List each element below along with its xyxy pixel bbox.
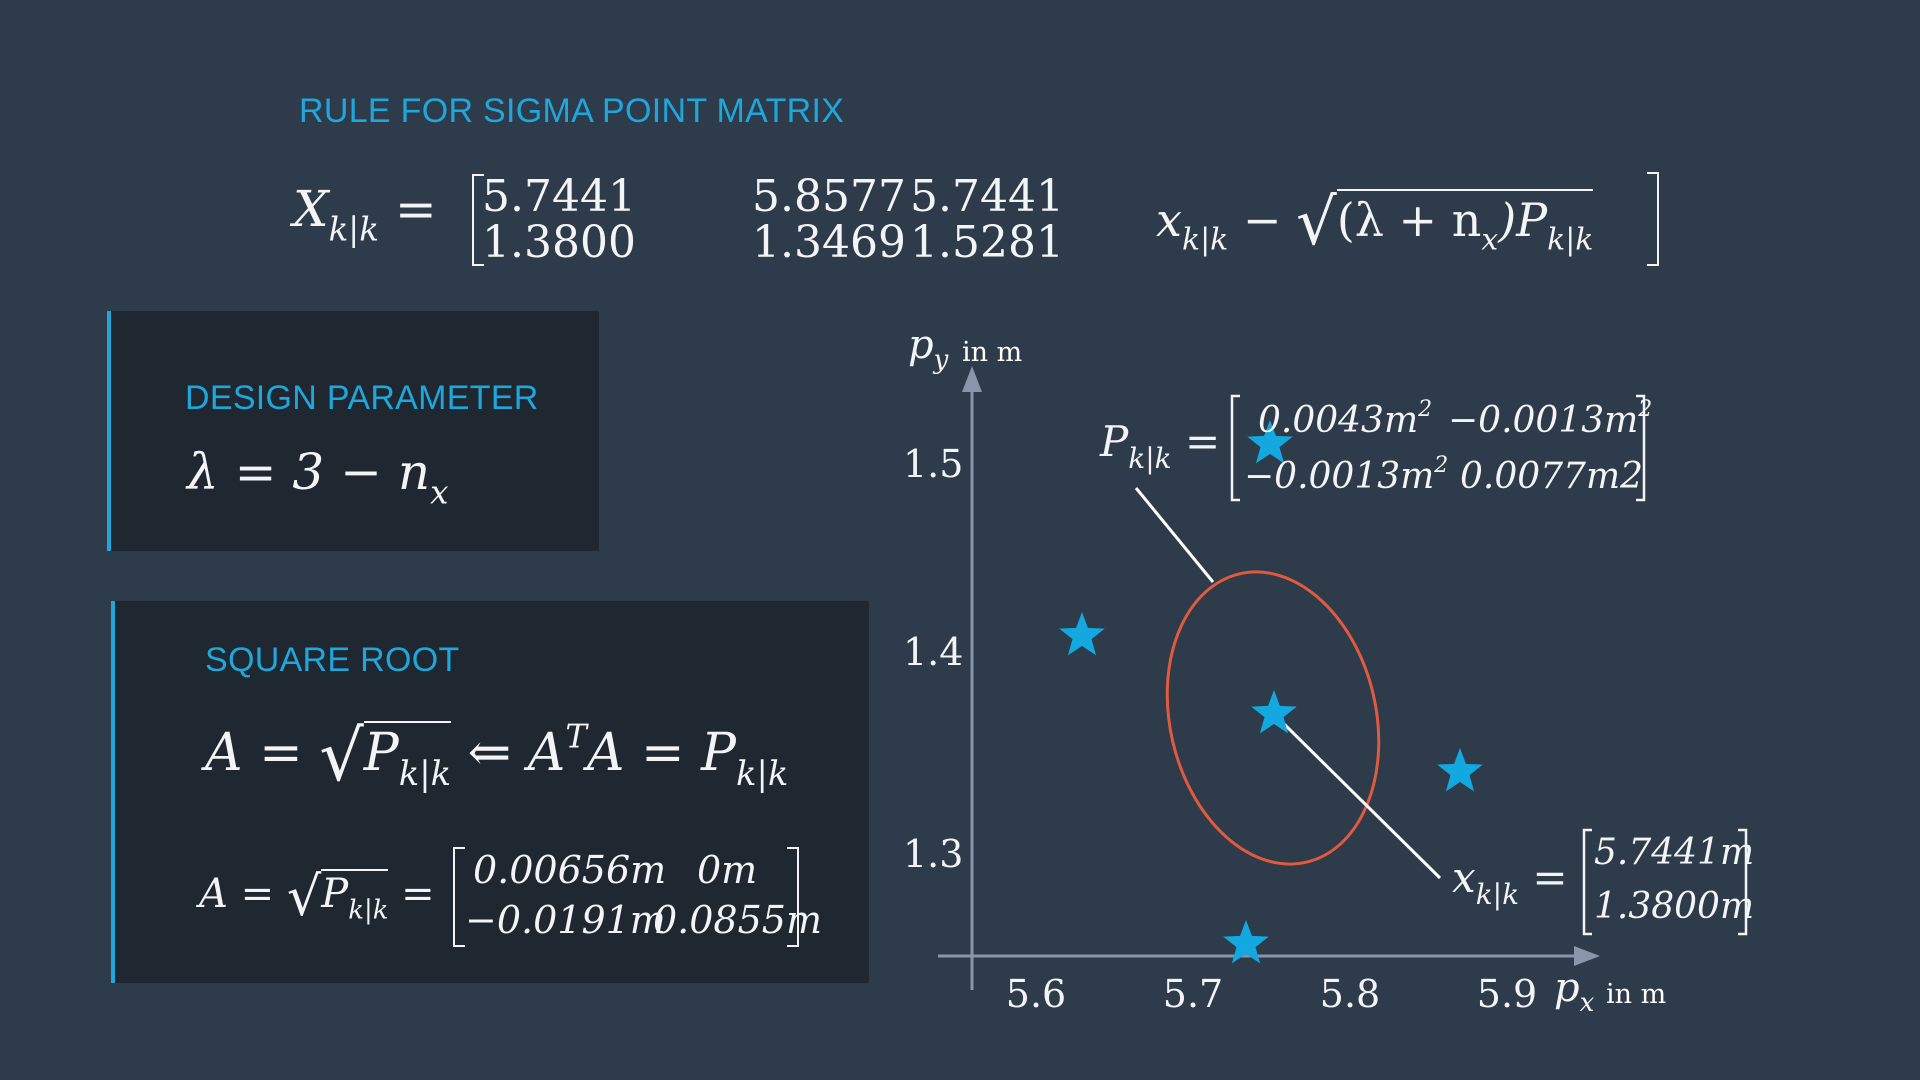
sigma-point-plot: py in m px in m 5.6 5.7 5.8 5.9 1.5 1.4 … (903, 322, 1754, 1018)
y-tick: 1.4 (903, 630, 963, 674)
sigma-point-star (1059, 612, 1105, 656)
y-axis-arrow (962, 366, 982, 392)
x-tick: 5.7 (1163, 972, 1223, 1016)
mean-leader-line (1278, 718, 1442, 880)
cov-matrix-cell: −0.0013m2 (1448, 397, 1652, 441)
mean-vector-cell: 1.3800m (1594, 886, 1754, 927)
x-axis-unit: in m (1606, 979, 1666, 1010)
x-axis-arrow (1574, 946, 1600, 966)
x-tick: 5.6 (1006, 972, 1066, 1016)
mean-label: xk|k = (1452, 853, 1568, 911)
y-tick: 1.5 (903, 442, 963, 486)
cov-matrix-cell: 0.0077m2 (1460, 456, 1643, 497)
sigma-points (1059, 420, 1483, 964)
cov-label: Pk|k = (1099, 417, 1220, 475)
mean-vector-cell: 5.7441m (1594, 832, 1754, 873)
x-tick: 5.8 (1320, 972, 1380, 1016)
cov-matrix-left-bracket (1230, 394, 1240, 502)
sigma-point-star (1251, 690, 1297, 734)
x-tick: 5.9 (1477, 972, 1537, 1016)
sigma-point-star (1437, 748, 1483, 792)
mean-vector-left-bracket (1582, 828, 1592, 936)
y-axis-label: py (908, 322, 949, 375)
cov-matrix-cell: −0.0013m2 (1244, 453, 1448, 497)
cov-leader-line (1134, 487, 1215, 583)
y-tick: 1.3 (903, 832, 963, 876)
x-axis-label: px (1554, 965, 1595, 1018)
cov-matrix-cell: 0.0043m2 (1258, 397, 1432, 441)
y-axis-unit: in m (962, 337, 1022, 368)
